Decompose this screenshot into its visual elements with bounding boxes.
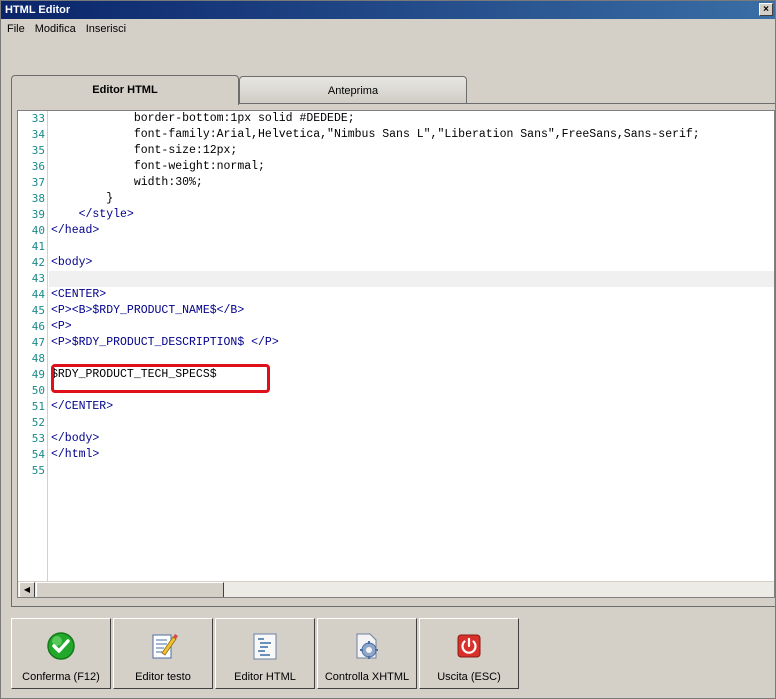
window-title: HTML Editor bbox=[5, 4, 71, 16]
line-number: 41 bbox=[31, 240, 45, 253]
code-line: font-family:Arial,Helvetica,"Nimbus Sans… bbox=[51, 128, 700, 141]
exit-icon bbox=[457, 634, 481, 658]
line-number-gutter: 33 34 35 36 37 38 39 40 41 42 43 44 45 46 47 48 49 50 51 52… bbox=[18, 111, 48, 581]
code-line: font-weight:normal; bbox=[51, 160, 265, 173]
tab-panel: 33 34 35 36 37 38 39 40 41 42 43 44 45 46 47 48 49 50 51 52… bbox=[11, 103, 775, 607]
line-number: 35 bbox=[31, 144, 45, 157]
line-number: 46 bbox=[31, 320, 45, 333]
menu-bar: File Modifica Inserisci bbox=[1, 20, 775, 39]
html-editor-button[interactable]: Editor HTML bbox=[215, 618, 315, 689]
text-editor-button[interactable]: Editor testo bbox=[113, 618, 213, 689]
line-number: 34 bbox=[31, 128, 45, 141]
code-line: <P> bbox=[51, 320, 72, 333]
scroll-left-arrow-icon[interactable]: ◀ bbox=[19, 582, 35, 597]
close-button[interactable]: × bbox=[759, 3, 773, 16]
title-bar: HTML Editor × bbox=[1, 1, 775, 19]
text-editor-button-label: Editor testo bbox=[135, 671, 191, 683]
line-number: 33 bbox=[31, 112, 45, 125]
validate-xhtml-button[interactable]: Controlla XHTML bbox=[317, 618, 417, 689]
html-editor-button-label: Editor HTML bbox=[234, 671, 296, 683]
code-line: } bbox=[51, 192, 114, 205]
code-line: </style> bbox=[51, 208, 134, 221]
menu-file[interactable]: File bbox=[3, 20, 29, 39]
tab-anteprima[interactable]: Anteprima bbox=[239, 76, 467, 103]
code-line: <body> bbox=[51, 256, 93, 269]
line-number: 36 bbox=[31, 160, 45, 173]
line-number: 38 bbox=[31, 192, 45, 205]
line-number: 54 bbox=[31, 448, 45, 461]
line-number: 51 bbox=[31, 400, 45, 413]
exit-button-label: Uscita (ESC) bbox=[437, 671, 501, 683]
code-line: </head> bbox=[51, 224, 100, 237]
line-number: 52 bbox=[31, 416, 45, 429]
bottom-toolbar: Conferma (F12) Editor testo Editor HTML … bbox=[11, 618, 775, 690]
current-line-highlight bbox=[49, 271, 774, 287]
code-line: <CENTER> bbox=[51, 288, 107, 301]
code-line: </body> bbox=[51, 432, 100, 445]
line-number: 48 bbox=[31, 352, 45, 365]
tab-strip: Editor HTML Anteprima bbox=[11, 75, 771, 105]
scroll-thumb[interactable] bbox=[36, 582, 224, 597]
line-number: 37 bbox=[31, 176, 45, 189]
validate-xhtml-button-label: Controlla XHTML bbox=[324, 671, 410, 683]
code-line: <P>$RDY_PRODUCT_DESCRIPTION$ </P> bbox=[51, 336, 279, 349]
code-line: width:30%; bbox=[51, 176, 203, 189]
checkmark-icon bbox=[47, 632, 75, 660]
code-line: <P><B>$RDY_PRODUCT_NAME$</B> bbox=[51, 304, 245, 317]
line-number: 50 bbox=[31, 384, 45, 397]
line-number: 39 bbox=[31, 208, 45, 221]
code-line: border-bottom:1px solid #DEDEDE; bbox=[51, 112, 355, 125]
line-number: 53 bbox=[31, 432, 45, 445]
line-number: 44 bbox=[31, 288, 45, 301]
horizontal-scrollbar[interactable]: ◀ bbox=[18, 581, 774, 597]
confirm-button[interactable]: Conferma (F12) bbox=[11, 618, 111, 689]
line-number: 42 bbox=[31, 256, 45, 269]
highlight-annotation bbox=[51, 364, 270, 393]
confirm-button-label: Conferma (F12) bbox=[22, 671, 100, 683]
text-editor-icon bbox=[152, 634, 178, 659]
html-editor-icon bbox=[253, 633, 277, 660]
exit-button[interactable]: Uscita (ESC) bbox=[419, 618, 519, 689]
line-number: 43 bbox=[31, 272, 45, 285]
tab-editor-html[interactable]: Editor HTML bbox=[11, 75, 239, 105]
line-number: 40 bbox=[31, 224, 45, 237]
line-number: 55 bbox=[31, 464, 45, 477]
menu-inserisci[interactable]: Inserisci bbox=[82, 20, 130, 39]
code-line: </CENTER> bbox=[51, 400, 114, 413]
code-area[interactable]: border-bottom:1px solid #DEDEDE; font-fa… bbox=[49, 111, 774, 581]
line-number: 47 bbox=[31, 336, 45, 349]
code-editor[interactable]: 33 34 35 36 37 38 39 40 41 42 43 44 45 46 47 48 49 50 51 52… bbox=[17, 110, 775, 598]
code-line: font-size:12px; bbox=[51, 144, 238, 157]
menu-modifica[interactable]: Modifica bbox=[31, 20, 80, 39]
html-editor-window: HTML Editor × File Modifica Inserisci Edit… bbox=[0, 0, 776, 699]
code-line: </html> bbox=[51, 448, 100, 461]
line-number: 45 bbox=[31, 304, 45, 317]
line-number: 49 bbox=[31, 368, 45, 381]
validate-xhtml-icon bbox=[356, 633, 378, 659]
